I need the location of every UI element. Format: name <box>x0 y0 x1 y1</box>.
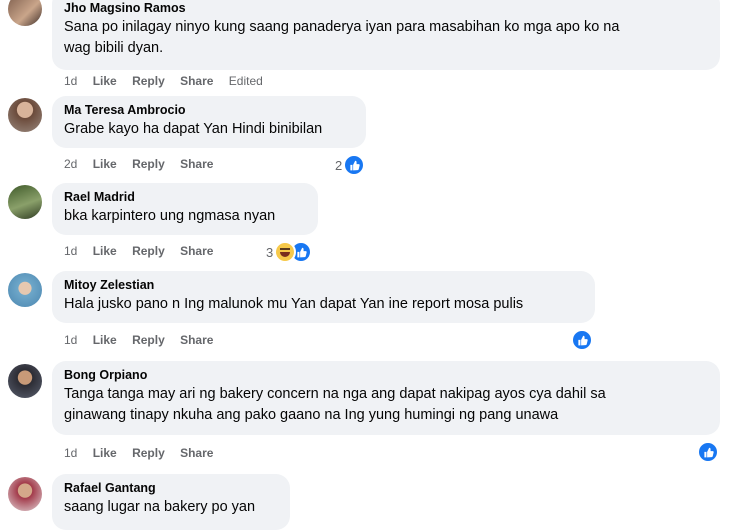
reaction-summary[interactable] <box>571 329 593 351</box>
avatar[interactable] <box>8 273 42 307</box>
comment-bubble: Jho Magsino Ramos Sana po inilagay ninyo… <box>52 0 720 70</box>
avatar[interactable] <box>8 185 42 219</box>
comment-text: Grabe kayo ha dapat Yan Hindi binibilan <box>64 121 323 137</box>
like-button[interactable]: Like <box>93 244 117 258</box>
commenter-name[interactable]: Ma Teresa Ambrocio <box>64 102 354 119</box>
comment-time[interactable]: 1d <box>64 333 77 347</box>
comment-time[interactable]: 1d <box>64 244 77 258</box>
comment-actions: 1d Like Reply Share <box>64 333 225 347</box>
like-reaction-icon <box>571 329 593 351</box>
commenter-name[interactable]: Bong Orpiano <box>64 367 708 384</box>
like-button[interactable]: Like <box>93 446 117 460</box>
reaction-summary[interactable]: 2 <box>335 154 366 176</box>
avatar[interactable] <box>8 477 42 511</box>
avatar[interactable] <box>8 0 42 26</box>
reply-button[interactable]: Reply <box>132 446 165 460</box>
comment-text: bka karpintero ung ngmasa nyan <box>64 208 276 224</box>
like-button[interactable]: Like <box>93 157 117 171</box>
reaction-count: 3 <box>266 244 274 260</box>
share-button[interactable]: Share <box>180 333 213 347</box>
like-button[interactable]: Like <box>93 333 117 347</box>
commenter-name[interactable]: Rafael Gantang <box>64 480 278 497</box>
comment-text-line: wag bibili dyan. <box>64 40 164 56</box>
comment-text-line: Tanga tanga may ari ng bakery concern na… <box>64 386 606 402</box>
commenter-name[interactable]: Mitoy Zelestian <box>64 277 583 294</box>
comment-text-line: ginawang tinapy nkuha ang pako gaano na … <box>64 407 559 423</box>
like-reaction-icon <box>697 441 719 463</box>
comment-bubble: Rafael Gantang saang lugar na bakery po … <box>52 474 290 530</box>
share-button[interactable]: Share <box>180 446 213 460</box>
comment-time[interactable]: 1d <box>64 74 77 88</box>
comment-bubble: Mitoy Zelestian Hala jusko pano n Ing ma… <box>52 271 595 323</box>
comment-time[interactable]: 1d <box>64 446 77 460</box>
comment-bubble: Ma Teresa Ambrocio Grabe kayo ha dapat Y… <box>52 96 366 148</box>
reply-button[interactable]: Reply <box>132 244 165 258</box>
comment-actions: 1d Like Reply Share Edited <box>64 74 275 88</box>
comment-bubble: Rael Madrid bka karpintero ung ngmasa ny… <box>52 183 318 235</box>
reaction-count: 2 <box>335 157 343 173</box>
comment-bubble: Bong Orpiano Tanga tanga may ari ng bake… <box>52 361 720 435</box>
reaction-summary[interactable] <box>697 441 719 463</box>
share-button[interactable]: Share <box>180 244 213 258</box>
reply-button[interactable]: Reply <box>132 157 165 171</box>
avatar[interactable] <box>8 364 42 398</box>
share-button[interactable]: Share <box>180 157 213 171</box>
reply-button[interactable]: Reply <box>132 74 165 88</box>
comment-actions: 1d Like Reply Share <box>64 446 225 460</box>
comment-text: Hala jusko pano n Ing malunok mu Yan dap… <box>64 296 524 312</box>
share-button[interactable]: Share <box>180 74 213 88</box>
reaction-summary[interactable]: 3 <box>266 241 313 263</box>
comment-text-line: Sana po inilagay ninyo kung saang panade… <box>64 19 620 35</box>
reply-button[interactable]: Reply <box>132 333 165 347</box>
comment-time[interactable]: 2d <box>64 157 77 171</box>
edited-label[interactable]: Edited <box>229 74 263 88</box>
comment-actions: 2d Like Reply Share <box>64 157 225 171</box>
like-reaction-icon <box>343 154 366 176</box>
comment-text: saang lugar na bakery po yan <box>64 499 256 515</box>
commenter-name[interactable]: Rael Madrid <box>64 189 306 206</box>
comment-actions: 1d Like Reply Share <box>64 244 225 258</box>
commenter-name[interactable]: Jho Magsino Ramos <box>64 0 708 17</box>
like-button[interactable]: Like <box>93 74 117 88</box>
avatar[interactable] <box>8 98 42 132</box>
